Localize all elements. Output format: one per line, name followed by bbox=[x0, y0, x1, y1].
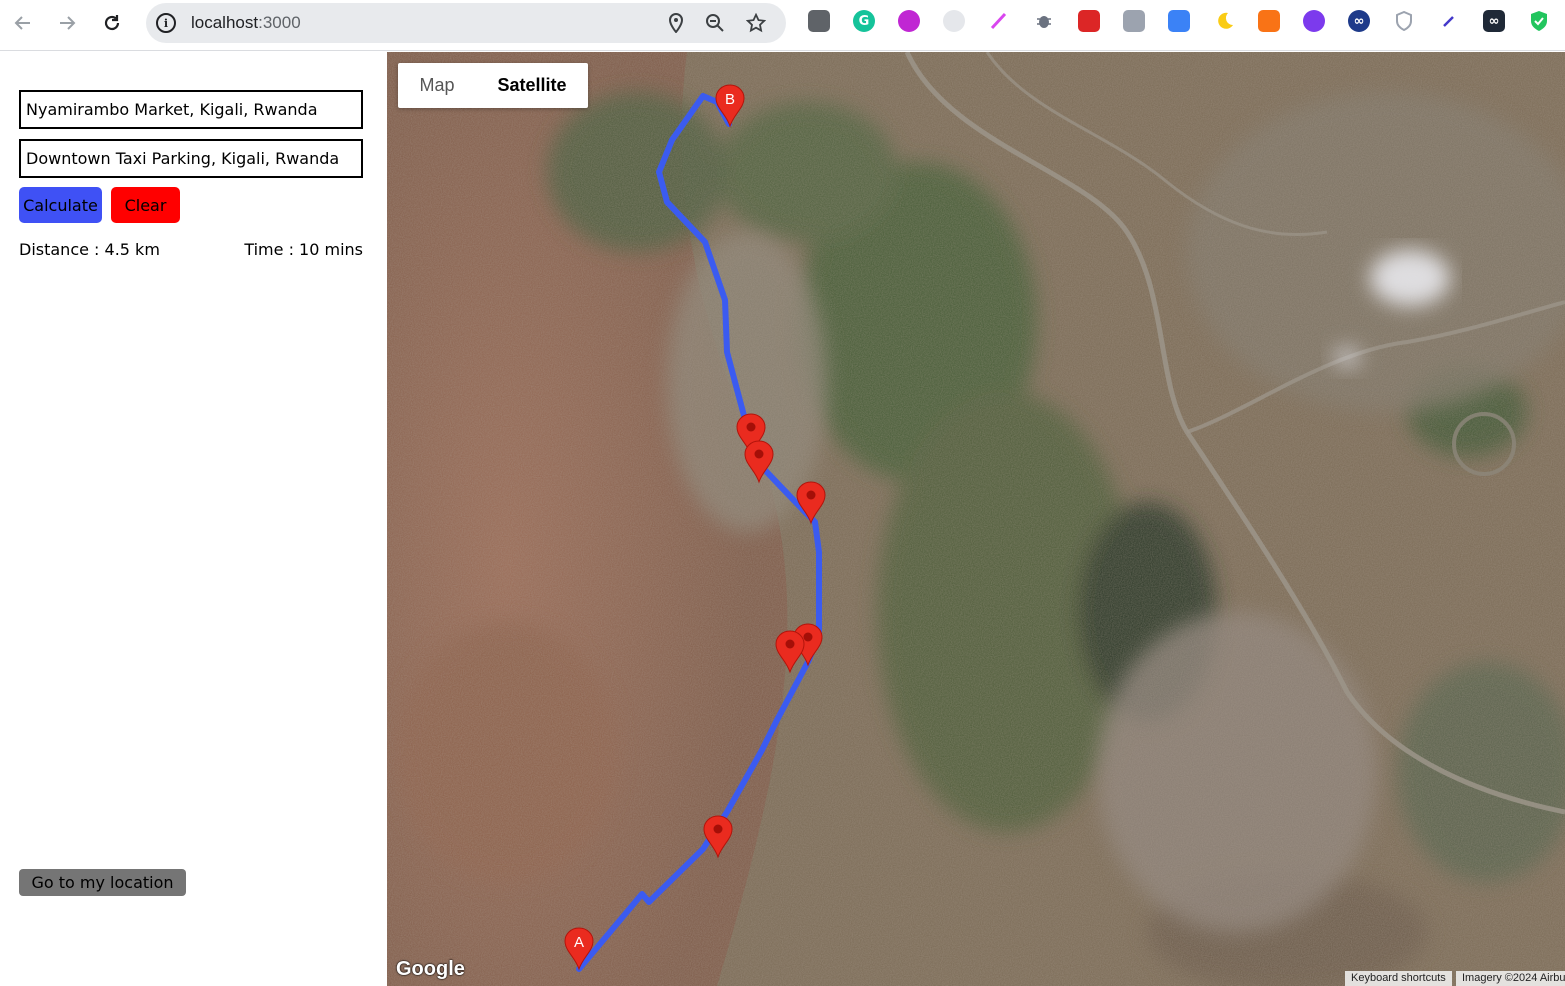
browser-toolbar: i localhost:3000 G ∞ ∞ bbox=[0, 0, 1565, 51]
route-overlay: A B bbox=[564, 84, 826, 972]
imagery-attribution: Imagery ©2024 Airbus bbox=[1456, 971, 1565, 986]
infinity-icon[interactable]: ∞ bbox=[1348, 10, 1370, 32]
route-panel: Calculate Clear Distance : 4.5 km Time :… bbox=[0, 52, 387, 986]
map-type-control: Map Satellite bbox=[398, 63, 588, 108]
map-marker[interactable] bbox=[775, 630, 805, 674]
extension-icon[interactable] bbox=[808, 10, 830, 32]
extension-icon[interactable] bbox=[898, 10, 920, 32]
destination-marker[interactable]: B bbox=[715, 84, 745, 128]
bug-icon[interactable] bbox=[1033, 10, 1055, 32]
map-view[interactable]: A B Map Satellite Google Keyboard shortc… bbox=[387, 52, 1565, 986]
pen-icon[interactable] bbox=[1438, 10, 1460, 32]
map-type-map[interactable]: Map bbox=[398, 63, 476, 108]
origin-marker[interactable]: A bbox=[564, 927, 594, 971]
extension-icon[interactable] bbox=[943, 10, 965, 32]
moon-icon[interactable] bbox=[1213, 10, 1235, 32]
location-pin-icon[interactable] bbox=[664, 11, 688, 35]
address-bar[interactable]: i localhost:3000 bbox=[146, 3, 786, 43]
destination-marker-label: B bbox=[725, 91, 735, 108]
back-button[interactable] bbox=[6, 6, 40, 40]
forward-arrow-icon bbox=[60, 16, 76, 30]
shield-icon[interactable] bbox=[1393, 10, 1415, 32]
reload-button[interactable] bbox=[95, 6, 129, 40]
extension-icon[interactable] bbox=[1258, 10, 1280, 32]
clear-button[interactable]: Clear bbox=[111, 187, 180, 223]
google-logo[interactable]: Google bbox=[396, 958, 465, 981]
extension-icon[interactable] bbox=[1303, 10, 1325, 32]
route-line bbox=[576, 93, 822, 972]
extension-icon[interactable] bbox=[1078, 10, 1100, 32]
site-info-icon[interactable]: i bbox=[156, 13, 176, 33]
zoom-icon[interactable] bbox=[703, 11, 727, 35]
my-location-button[interactable]: Go to my location bbox=[19, 869, 186, 896]
extension-icon[interactable] bbox=[1168, 10, 1190, 32]
time-text: Time : 10 mins bbox=[244, 240, 363, 259]
destination-input[interactable] bbox=[19, 139, 363, 178]
keyboard-shortcuts-link[interactable]: Keyboard shortcuts bbox=[1345, 971, 1452, 986]
infinity-icon[interactable]: ∞ bbox=[1483, 10, 1505, 32]
forward-button[interactable] bbox=[50, 6, 84, 40]
origin-input[interactable] bbox=[19, 90, 363, 129]
pen-icon[interactable] bbox=[988, 10, 1010, 32]
map-type-satellite[interactable]: Satellite bbox=[476, 63, 588, 108]
reload-icon bbox=[104, 15, 120, 31]
map-marker[interactable] bbox=[796, 481, 826, 525]
bookmark-star-icon[interactable] bbox=[744, 11, 768, 35]
extension-icon[interactable] bbox=[1123, 10, 1145, 32]
origin-marker-label: A bbox=[574, 934, 584, 951]
calculate-button[interactable]: Calculate bbox=[19, 187, 102, 223]
grammarly-icon[interactable]: G bbox=[853, 10, 875, 32]
shield-check-icon[interactable] bbox=[1528, 10, 1550, 32]
distance-text: Distance : 4.5 km bbox=[19, 240, 160, 259]
map-marker[interactable] bbox=[703, 815, 733, 859]
url-text: localhost:3000 bbox=[191, 13, 301, 32]
back-arrow-icon bbox=[14, 16, 30, 30]
